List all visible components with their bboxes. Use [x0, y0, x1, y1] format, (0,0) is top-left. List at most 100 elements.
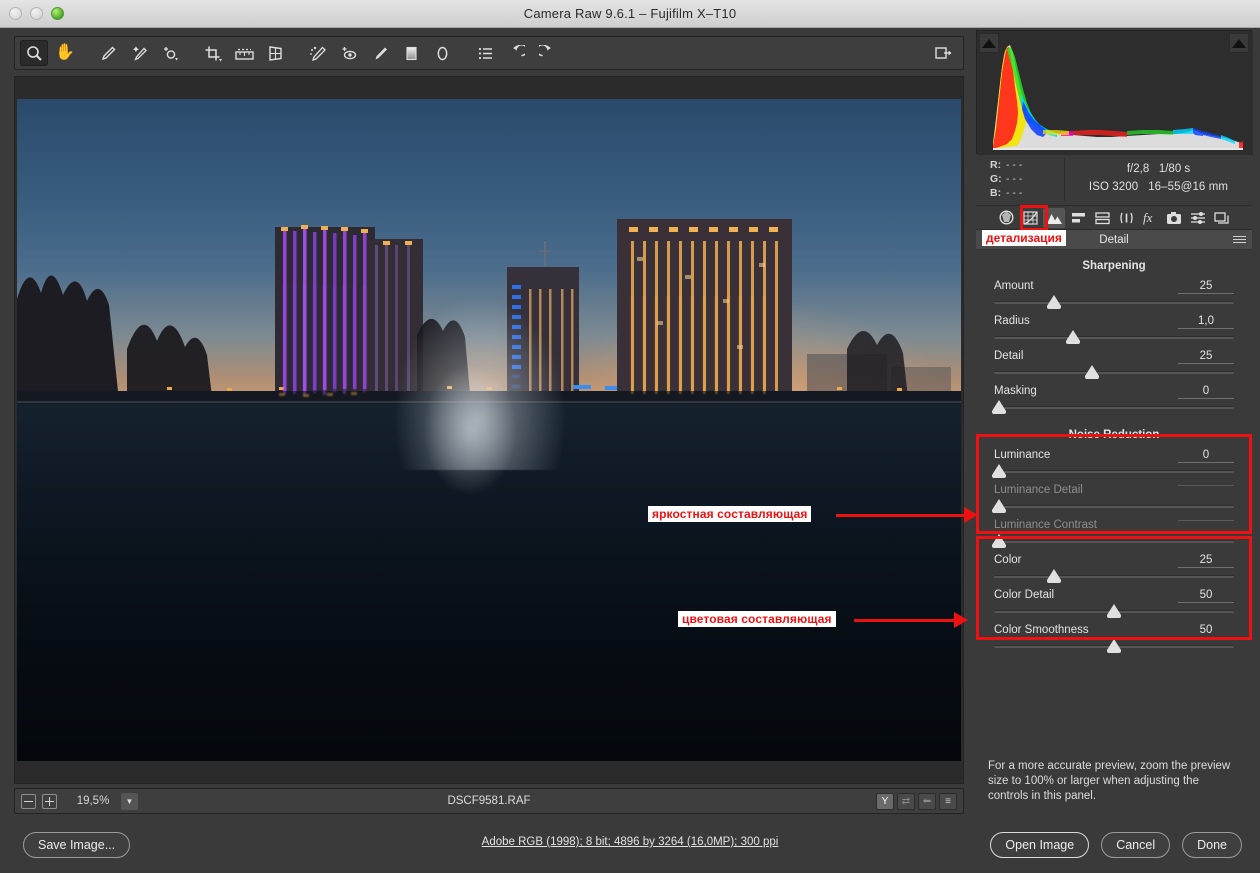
rgb-exif-readout: R: - - - G: - - - B: - - - f/2,8 1/80 s ISO… [976, 154, 1252, 206]
panel-hint-text: For a more accurate preview, zoom the pr… [988, 760, 1231, 802]
slider-amount-value[interactable]: 25 [1178, 280, 1234, 294]
slider-luminance-detail-label: Luminance Detail [994, 484, 1083, 496]
slider-color-detail[interactable]: Color Detail 50 [994, 589, 1234, 619]
slider-amount-track[interactable] [994, 301, 1234, 304]
swap-before-after-button[interactable]: ⬅ [918, 792, 936, 810]
panel-tab-bar: fx [976, 205, 1252, 231]
highlight-clipping-toggle[interactable] [1229, 33, 1249, 53]
slider-color-label: Color [994, 554, 1022, 566]
slider-masking-knob[interactable] [991, 400, 1006, 414]
camera-raw-window: Camera Raw 9.6.1 – Fujifilm X–T10 ✋ 19,5… [0, 0, 1260, 873]
adjustment-brush-tool[interactable] [366, 40, 394, 66]
zoom-tool[interactable] [20, 40, 48, 66]
slider-color-knob[interactable] [1047, 569, 1061, 583]
slider-luminance-detail-value [1178, 484, 1234, 486]
slider-luminance-value[interactable]: 0 [1178, 449, 1234, 463]
fountain-spray-core [422, 363, 518, 497]
photo-night-cityscape [17, 99, 961, 761]
slider-detail-label: Detail [994, 350, 1024, 362]
white-balance-tool[interactable] [94, 40, 122, 66]
tab-effects[interactable]: fx [1139, 208, 1161, 228]
rotate-right-tool[interactable] [533, 40, 561, 66]
slider-radius-knob[interactable] [1066, 330, 1081, 344]
slider-masking-track[interactable] [994, 406, 1234, 409]
open-filmstrip-button[interactable] [929, 40, 957, 66]
panel-menu-icon[interactable] [1233, 236, 1246, 243]
slider-color-smoothness-knob[interactable] [1107, 639, 1121, 653]
preview-preferences-button[interactable]: ≡ [939, 792, 957, 810]
r-label: R: [990, 159, 1002, 171]
main-toolbar: ✋ [14, 36, 964, 70]
tab-detail[interactable] [1043, 207, 1065, 228]
targeted-adjustment-tool[interactable] [156, 40, 184, 66]
rotate-left-tool[interactable] [502, 40, 530, 66]
slider-luminance[interactable]: Luminance 0 [991, 449, 1234, 479]
straighten-tool[interactable] [230, 40, 258, 66]
tab-snapshots[interactable] [1211, 208, 1233, 228]
detail-panel-body: Sharpening Amount 25 Radius 1,0 Detail 2… [976, 250, 1252, 816]
right-panel: R: - - - G: - - - B: - - - f/2,8 1/80 s ISO… [976, 30, 1253, 816]
current-filename: DSCF9581.RAF [447, 795, 531, 807]
tab-hsl-grayscale[interactable] [1067, 208, 1089, 228]
slider-luminance-contrast: Luminance Contrast [991, 519, 1234, 549]
graduated-filter-tool[interactable] [397, 40, 425, 66]
slider-luminance-contrast-label: Luminance Contrast [994, 519, 1097, 531]
slider-color-detail-knob[interactable] [1107, 604, 1121, 618]
slider-detail[interactable]: Detail 25 [994, 350, 1234, 380]
slider-radius-label: Radius [994, 315, 1030, 327]
slider-amount-knob[interactable] [1047, 295, 1061, 309]
lens-value: 16–55@16 mm [1148, 181, 1229, 193]
window-title: Camera Raw 9.6.1 – Fujifilm X–T10 [523, 6, 737, 21]
red-eye-removal-tool[interactable] [335, 40, 363, 66]
slider-radius[interactable]: Radius 1,0 [994, 315, 1234, 345]
tab-split-toning[interactable] [1091, 208, 1113, 228]
slider-amount-label: Amount [994, 280, 1034, 292]
compare-before-after-button[interactable]: ⇄ [897, 792, 915, 810]
slider-color-detail-value[interactable]: 50 [1178, 589, 1234, 603]
aperture-value: f/2,8 [1126, 163, 1150, 175]
exif-info: f/2,8 1/80 s ISO 3200 16–55@16 mm [1065, 154, 1252, 205]
sharpening-section-title: Sharpening [1082, 260, 1146, 272]
preferences-tool[interactable] [471, 40, 499, 66]
slider-color-track[interactable] [994, 575, 1234, 578]
annotation-detail-tab: детализация [982, 230, 1066, 246]
noise-reduction-section-title: Noise Reduction [1068, 429, 1160, 441]
slider-radius-value[interactable]: 1,0 [1178, 315, 1234, 329]
slider-luminance-track[interactable] [994, 470, 1234, 473]
image-preview-area[interactable] [14, 76, 964, 784]
slider-detail-value[interactable]: 25 [1178, 350, 1234, 364]
tab-basic[interactable] [995, 208, 1017, 228]
slider-masking-label: Masking [994, 385, 1037, 397]
slider-masking-value[interactable]: 0 [1178, 385, 1234, 399]
slider-color[interactable]: Color 25 [994, 554, 1234, 584]
slider-color-smoothness-label: Color Smoothness [994, 624, 1089, 636]
open-image-button[interactable]: Open Image [990, 832, 1090, 858]
hand-tool[interactable]: ✋ [51, 40, 79, 66]
slider-detail-track[interactable] [994, 371, 1234, 374]
tab-presets[interactable] [1187, 208, 1209, 228]
histogram [976, 30, 1253, 155]
cancel-button[interactable]: Cancel [1101, 832, 1171, 858]
slider-color-smoothness-value[interactable]: 50 [1178, 624, 1234, 638]
slider-color-value[interactable]: 25 [1178, 554, 1234, 568]
slider-luminance-detail-track [994, 505, 1234, 508]
slider-color-smoothness[interactable]: Color Smoothness 50 [994, 624, 1234, 654]
tab-camera-calibration[interactable] [1163, 208, 1185, 228]
preview-toggle-button[interactable]: Y [876, 792, 894, 810]
crop-tool[interactable] [199, 40, 227, 66]
slider-luminance-knob[interactable] [991, 464, 1006, 478]
slider-masking[interactable]: Masking 0 [991, 385, 1234, 415]
slider-radius-track[interactable] [994, 336, 1234, 339]
spot-removal-tool[interactable] [304, 40, 332, 66]
transform-tool[interactable] [261, 40, 289, 66]
color-sampler-tool[interactable] [125, 40, 153, 66]
tab-lens-corrections[interactable] [1115, 208, 1137, 228]
radial-filter-tool[interactable] [428, 40, 456, 66]
shadow-clipping-toggle[interactable] [979, 33, 999, 53]
tab-tone-curve[interactable] [1019, 208, 1041, 228]
done-button[interactable]: Done [1182, 832, 1242, 858]
slider-amount[interactable]: Amount 25 [994, 280, 1234, 310]
slider-detail-knob[interactable] [1085, 365, 1100, 379]
slider-luminance-contrast-track [994, 540, 1234, 543]
slider-luminance-contrast-value [1178, 519, 1234, 521]
